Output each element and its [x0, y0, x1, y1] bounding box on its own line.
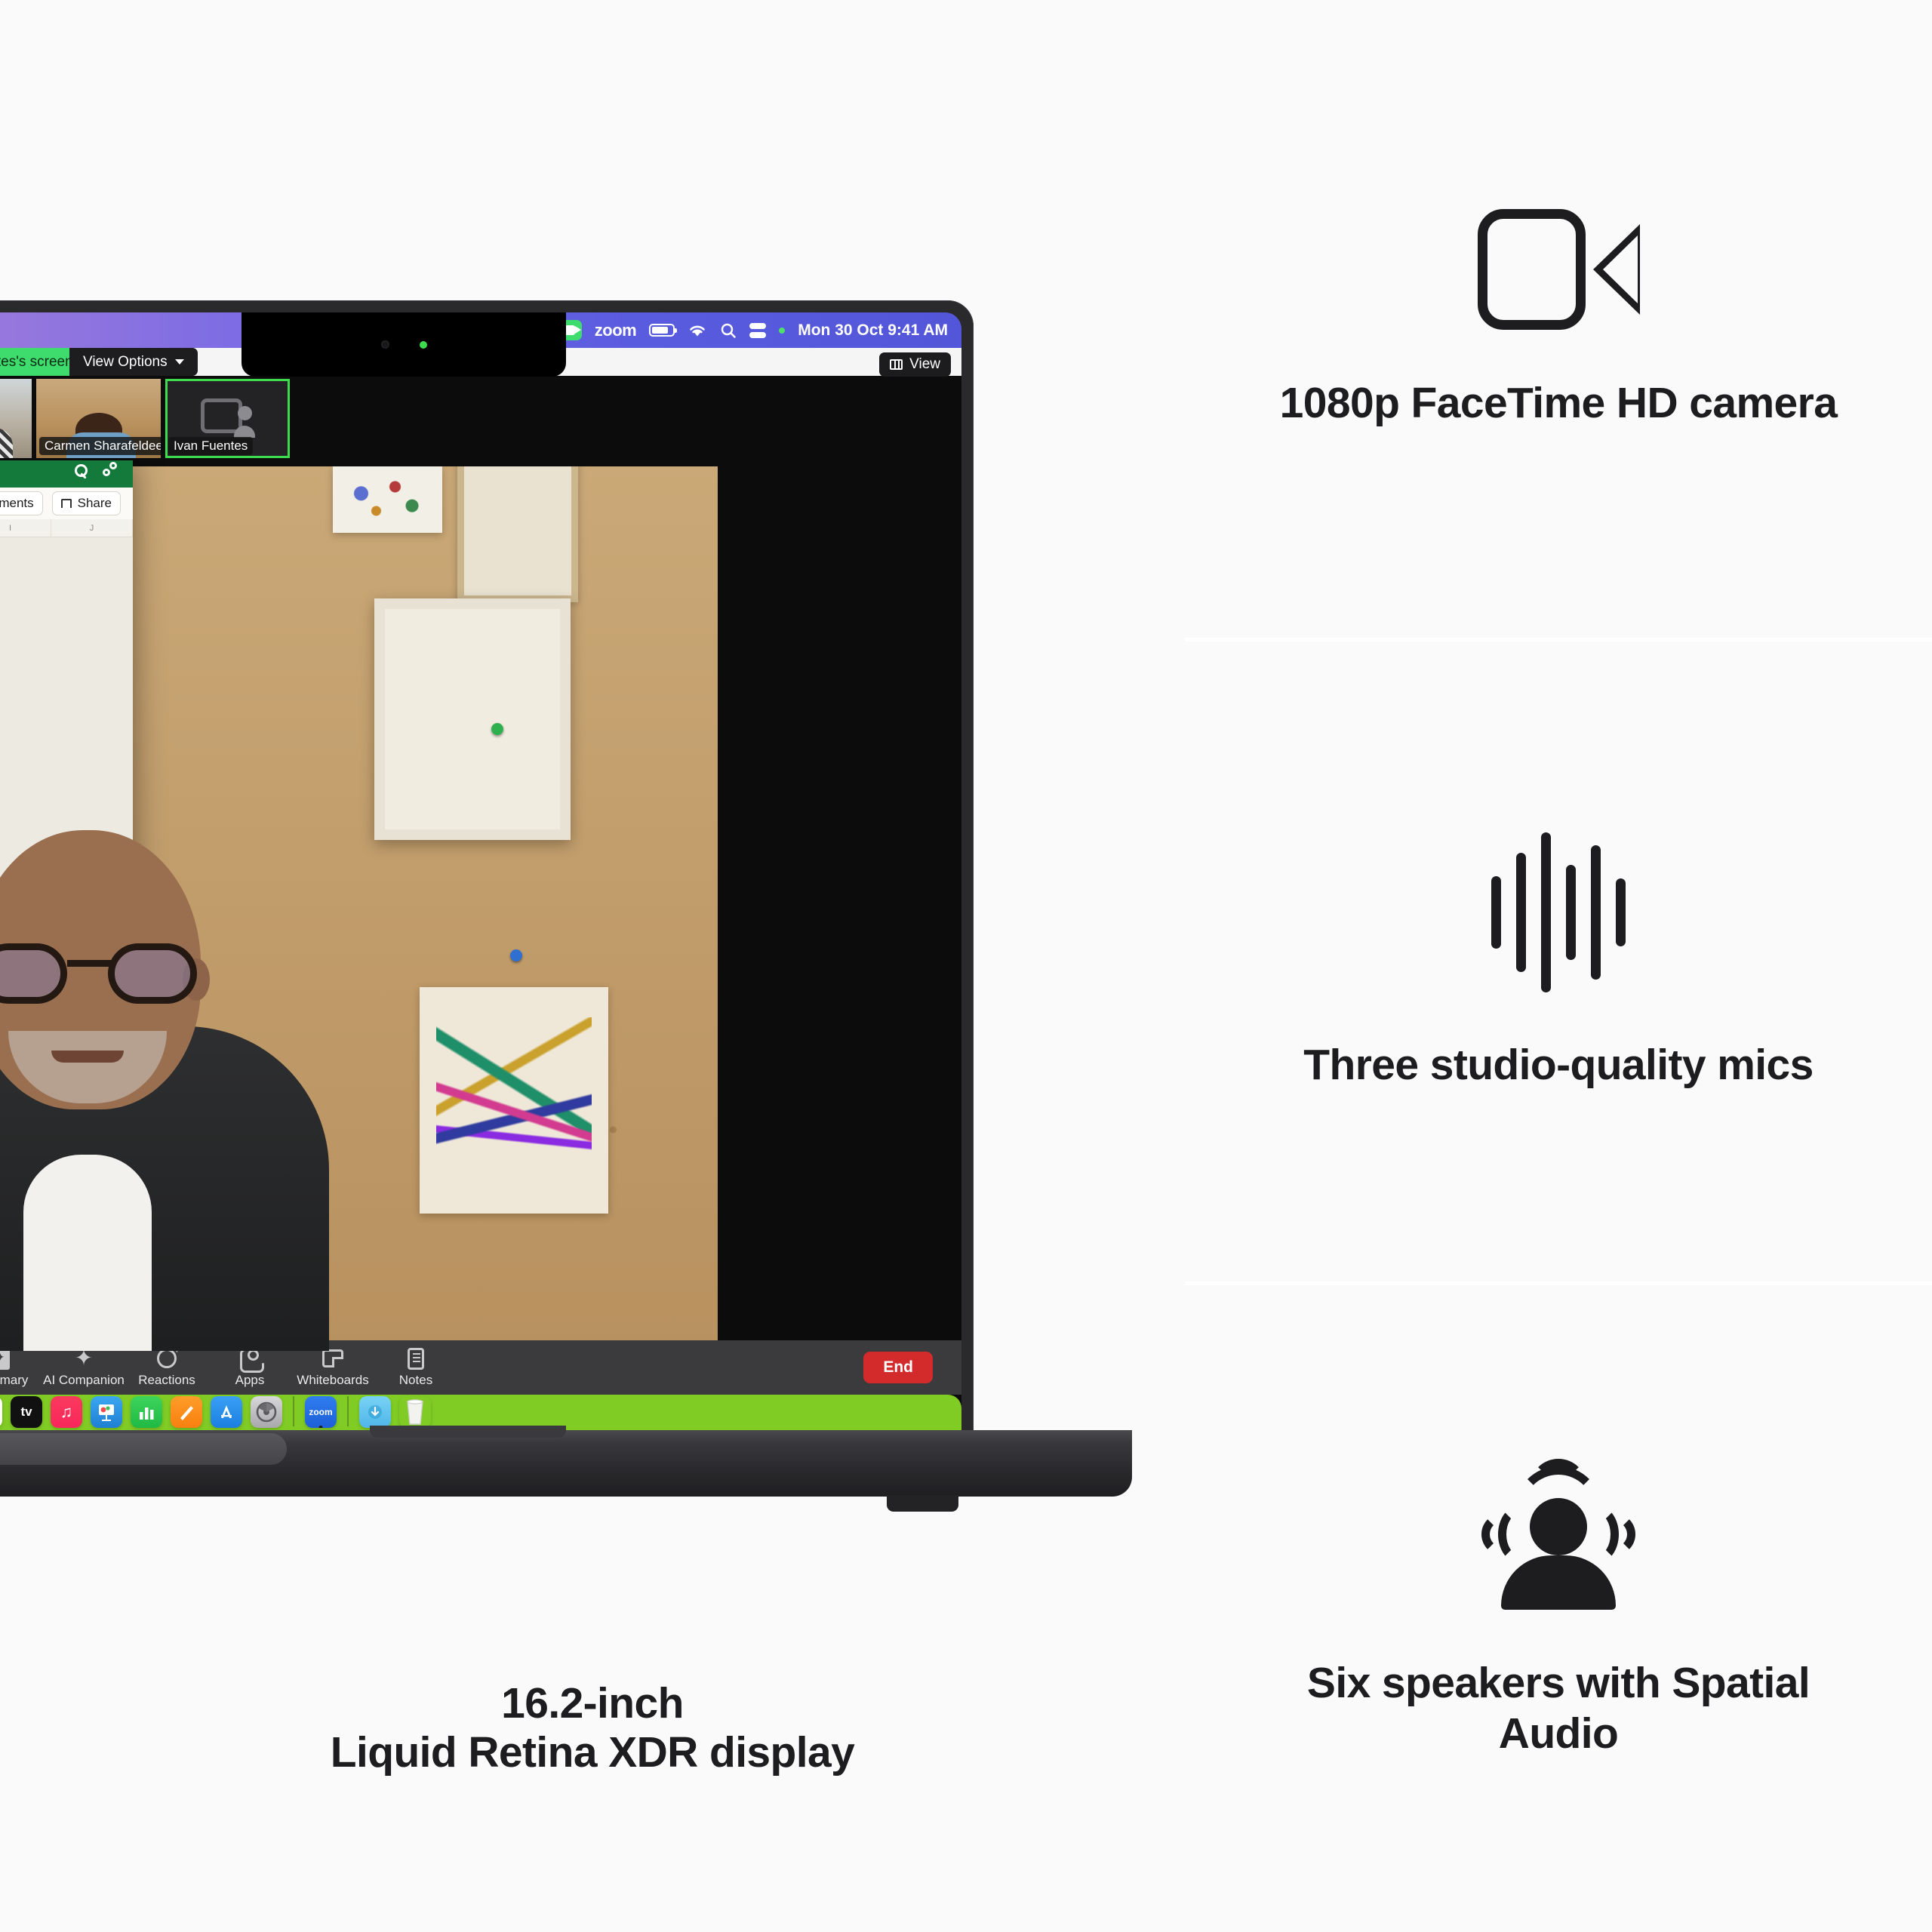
display-notch — [242, 312, 566, 377]
notes-label: Notes — [398, 1373, 433, 1387]
shared-screen-stage: Comments Share A G — [0, 460, 961, 1351]
column-header[interactable]: J — [51, 518, 133, 537]
keynote-icon[interactable] — [91, 1396, 122, 1428]
participant-filmstrip: David Beau Carmen Sharafeldeen — [0, 376, 961, 460]
feature-card-camera: 1080p FaceTime HD camera — [1185, 0, 1932, 638]
apps-icon — [240, 1349, 260, 1368]
participant-name: Carmen Sharafeldeen — [39, 436, 161, 455]
comments-button[interactable]: Comments — [0, 491, 43, 515]
waveform-mic-icon — [1491, 832, 1626, 992]
collaborate-icon[interactable] — [103, 462, 119, 478]
spatial-audio-icon — [1475, 1459, 1641, 1611]
push-pin — [510, 949, 522, 961]
menubar-datetime[interactable]: Mon 30 Oct 9:41 AM — [798, 321, 948, 340]
features-panel: 1080p FaceTime HD camera Three studio-qu… — [1185, 0, 1932, 1932]
participant-tile[interactable]: David Beau — [0, 378, 32, 458]
reactions-button[interactable]: Reactions — [125, 1341, 208, 1388]
macbook-lid: zoom Mon 30 Oct 9:41 AM es's screen View… — [0, 300, 974, 1432]
feature-title: Six speakers with Spatial Audio — [1306, 1659, 1810, 1758]
wifi-icon[interactable] — [688, 323, 707, 338]
music-icon[interactable]: ♫ — [51, 1396, 82, 1428]
pinned-artwork — [457, 466, 578, 602]
ai-companion-label: AI Companion — [43, 1373, 125, 1387]
base-highlight — [0, 1433, 287, 1465]
feature-card-mics: Three studio-quality mics — [1185, 641, 1932, 1281]
base-foot — [887, 1495, 958, 1512]
feature-title: 1080p FaceTime HD camera — [1279, 379, 1838, 428]
summary-label: Summary — [0, 1373, 29, 1387]
feature-title: Three studio-quality mics — [1303, 1040, 1814, 1089]
participant-tile[interactable]: Carmen Sharafeldeen — [36, 378, 161, 458]
app-running-indicator — [318, 1426, 323, 1428]
comments-label: Comments — [0, 496, 34, 510]
camera-indicator-light — [419, 340, 427, 349]
participant-tile-active[interactable]: Ivan Fuentes — [165, 378, 290, 458]
facetime-camera-icon — [1477, 209, 1640, 331]
downloads-folder-icon[interactable] — [359, 1396, 391, 1428]
share-icon — [60, 499, 72, 508]
whiteboards-label: Whiteboards — [297, 1373, 369, 1387]
zoom-icon[interactable]: zoom — [305, 1396, 337, 1428]
screen-share-avatar-icon — [200, 398, 255, 438]
macbook-display-panel: zoom Mon 30 Oct 9:41 AM es's screen View… — [0, 0, 1185, 1932]
menubar-app-name[interactable]: zoom — [595, 321, 637, 340]
summary-button[interactable]: Summary — [0, 1347, 42, 1388]
base-lid-notch — [370, 1426, 566, 1438]
share-button[interactable]: Share — [51, 491, 121, 515]
reactions-label: Reactions — [138, 1373, 195, 1387]
control-center-icon[interactable] — [749, 322, 767, 338]
pinned-artwork — [333, 466, 442, 533]
end-meeting-button[interactable]: End — [863, 1352, 933, 1383]
notes-icon — [408, 1347, 424, 1370]
camera-in-use-dot — [779, 327, 786, 334]
column-header[interactable]: I — [0, 518, 51, 537]
pinned-artwork — [420, 987, 608, 1214]
grid-view-icon — [890, 359, 903, 370]
presenter-video — [0, 792, 329, 1351]
reactions-smiley-icon — [157, 1341, 181, 1368]
zoom-meeting-window: are viewing Ivan Fuentes's screen View O… — [0, 348, 961, 1432]
ai-companion-button[interactable]: ✦ AI Companion — [42, 1347, 125, 1388]
search-icon[interactable] — [75, 463, 88, 477]
trash-icon[interactable] — [399, 1396, 431, 1428]
notes-button[interactable]: Notes — [374, 1347, 457, 1388]
macbook-base — [0, 1426, 1132, 1512]
view-button[interactable]: View — [879, 352, 951, 377]
macbook-screen: zoom Mon 30 Oct 9:41 AM es's screen View… — [0, 312, 961, 1432]
caption-line-2: Liquid Retina XDR display — [330, 1727, 855, 1777]
view-button-label: View — [909, 356, 940, 372]
whiteboards-button[interactable]: Whiteboards — [291, 1347, 374, 1388]
dock-separator — [347, 1396, 349, 1426]
freeform-icon[interactable] — [0, 1396, 2, 1428]
view-options-button[interactable]: View Options — [69, 348, 198, 376]
screen-share-banner: are viewing Ivan Fuentes's screen — [0, 348, 69, 376]
spreadsheet-column-headers: A G H I J — [0, 518, 133, 537]
chevron-down-icon — [174, 359, 184, 365]
apps-button[interactable]: Apps — [208, 1347, 291, 1388]
apps-label: Apps — [235, 1373, 265, 1387]
participant-name: Ivan Fuentes — [168, 436, 254, 455]
spreadsheet-toolbar: Comments Share — [0, 488, 133, 519]
feature-card-speakers: Six speakers with Spatial Audio — [1185, 1285, 1932, 1932]
push-pin — [491, 723, 503, 735]
pinned-artwork — [374, 598, 571, 840]
pages-icon[interactable] — [171, 1396, 202, 1428]
macbook-screen-bezel: zoom Mon 30 Oct 9:41 AM es's screen View… — [0, 312, 961, 1432]
apple-tv-icon[interactable]: tv — [11, 1396, 42, 1428]
app-store-icon[interactable] — [211, 1396, 242, 1428]
view-options-label: View Options — [83, 353, 168, 370]
caption-line-1: 16.2-inch — [501, 1679, 684, 1727]
spreadsheet-titlebar — [0, 460, 133, 488]
share-label: Share — [77, 496, 112, 510]
numbers-icon[interactable] — [131, 1396, 162, 1428]
whiteboard-icon — [322, 1349, 343, 1367]
battery-icon[interactable] — [649, 324, 678, 337]
page-root: zoom Mon 30 Oct 9:41 AM es's screen View… — [0, 0, 1932, 1932]
dock-separator — [293, 1396, 294, 1426]
facetime-lens — [380, 340, 389, 349]
display-caption: 16.2-inch Liquid Retina XDR display — [0, 1679, 1185, 1777]
system-settings-icon[interactable] — [251, 1396, 282, 1428]
search-icon[interactable] — [720, 322, 737, 339]
